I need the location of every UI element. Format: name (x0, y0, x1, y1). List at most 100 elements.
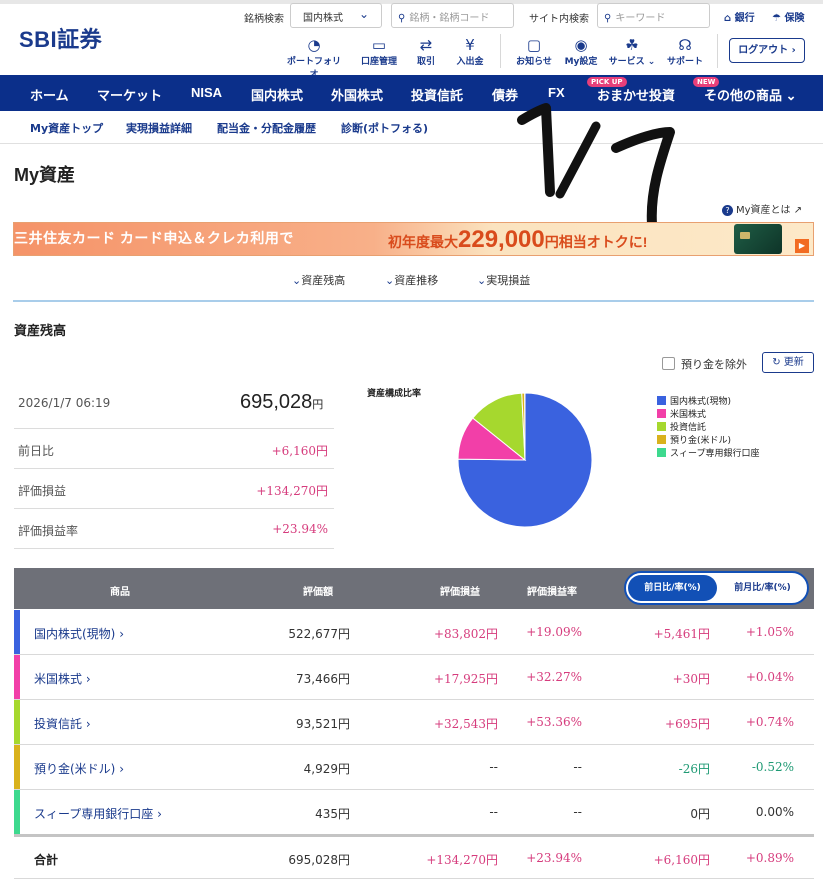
pie-icon: ◔ (307, 36, 321, 54)
anchor-realized[interactable]: ⌄実現損益 (477, 272, 530, 288)
service-button[interactable]: ☘ サービス ⌄ (602, 36, 662, 67)
nav-other-products[interactable]: その他の商品 ⌄ (704, 85, 797, 104)
support-button[interactable]: ☊ サポート (655, 36, 715, 67)
stock-search-label: 銘柄検索 (244, 14, 284, 25)
search-icon: ⚲ (398, 13, 406, 24)
help-link[interactable]: ? My資産とは ↗ (722, 201, 802, 216)
umbrella-icon: ☂ (772, 13, 781, 24)
headset-icon: ☊ (678, 36, 692, 54)
summary-total: 695,028円 (240, 391, 323, 414)
cell-day-rate: +1.05% (745, 625, 794, 639)
banner-prefix: 初年度最大 (388, 234, 458, 250)
chevron-down-icon: ⌄ (785, 88, 797, 103)
hand-icon: ☘ (625, 36, 639, 54)
portfolio-button[interactable]: ◔ポートフォリオ (284, 36, 344, 80)
summary-row: 評価損益 +134,270円 (14, 469, 334, 509)
market-select-value: 国内株式 (303, 13, 343, 24)
trade-label: 取引 (416, 57, 435, 67)
summary-value: +6,160円 (271, 444, 328, 458)
chevron-down-icon: ⌄ (358, 7, 369, 21)
legend-item: 国内株式(現物) (657, 394, 731, 407)
header-pl: 評価損益 (440, 587, 480, 598)
site-search-placeholder: キーワード (615, 13, 666, 24)
stock-search-placeholder: 銘柄・銘柄コード (409, 13, 490, 24)
summary-row: 前日比 +6,160円 (14, 429, 334, 469)
help-label: My資産とは (736, 205, 791, 216)
yen-unit: 円 (312, 399, 324, 411)
anchor-trend-label: 資産推移 (394, 274, 439, 287)
site-search-input[interactable]: ⚲ キーワード (597, 3, 710, 28)
nav-domestic-stock[interactable]: 国内株式 (251, 85, 303, 104)
summary-row: 評価損益率 +23.94% (14, 509, 334, 549)
legend-swatch (657, 448, 666, 457)
table-row: 預り金(米ドル) › 4,929円 -- -- -26円 -0.52% (14, 745, 814, 790)
page-title: My資産 (14, 165, 76, 185)
legend-item: 米国株式 (657, 407, 706, 420)
refresh-icon: ↻ (772, 357, 781, 368)
legend-swatch (657, 409, 666, 418)
divider (500, 34, 501, 68)
chevron-down-icon: ⌄ (385, 274, 395, 287)
subnav-my-assets-top[interactable]: My資産トップ (30, 120, 103, 136)
cell-day-rate: -0.52% (751, 760, 794, 774)
divider (717, 34, 718, 68)
stock-search-input[interactable]: ⚲ 銘柄・銘柄コード (391, 3, 514, 28)
legend-label: 米国株式 (670, 410, 707, 420)
nav-other-label: その他の商品 (704, 88, 783, 103)
checkbox-box[interactable] (662, 357, 675, 370)
subnav-diagnosis[interactable]: 診断(ポトフォる) (341, 120, 428, 136)
legend-swatch (657, 422, 666, 431)
deposit-button[interactable]: ¥ 入出金 (440, 36, 500, 67)
nav-market[interactable]: マーケット (97, 85, 162, 104)
nav-foreign-stock[interactable]: 外国株式 (331, 85, 383, 104)
header-value: 評価額 (303, 587, 333, 598)
refresh-button[interactable]: ↻ 更新 (762, 352, 814, 373)
table-row: 投資信託 › 93,521円 +32,543円 +53.36% +695円 +0.74% (14, 700, 814, 745)
search-icon: ⚲ (604, 13, 612, 24)
anchor-trend[interactable]: ⌄資産推移 (385, 272, 438, 288)
total-divider (14, 834, 814, 837)
anchor-balance-label: 資産残高 (301, 274, 346, 287)
summary-label: 前日比 (18, 444, 55, 458)
nav-nisa[interactable]: NISA (191, 85, 222, 100)
toggle-prev-day[interactable]: 前日比/率(%) (628, 575, 717, 601)
external-link-icon: ↗ (793, 205, 803, 216)
subnav-divider (0, 143, 823, 144)
logout-button[interactable]: ログアウト › (729, 38, 805, 63)
cell-day-rate: 0.00% (755, 805, 794, 819)
my-settings-label: My設定 (564, 57, 598, 67)
exclude-deposit-label: 預り金を除外 (681, 358, 747, 371)
table-row: スィープ専用銀行口座 › 435円 -- -- 0円 0.00% (14, 790, 814, 835)
market-select[interactable]: 国内株式 ⌄ (290, 3, 382, 28)
summary-datetime: 2026/1/7 06:19 (18, 396, 111, 410)
service-label: サービス (608, 57, 645, 67)
nav-investment-trust[interactable]: 投資信託 (411, 85, 463, 104)
table-row: 米国株式 › 73,466円 +17,925円 +32.27% +30円 +0.04% (14, 655, 814, 700)
legend-item: 預り金(米ドル) (657, 433, 731, 446)
banner-right-text: 初年度最大229,000円相当オトクに! (388, 226, 647, 254)
cell-day-rate: +0.74% (745, 715, 794, 729)
nav-home[interactable]: ホーム (30, 85, 69, 104)
chart-title: 資産構成比率 (367, 389, 422, 399)
bank-link[interactable]: ⌂ 銀行 (724, 9, 755, 24)
sbi-logo[interactable]: SBI証券 (19, 22, 102, 54)
legend-swatch (657, 435, 666, 444)
subnav-realized-pl[interactable]: 実現損益詳細 (126, 120, 192, 136)
legend-label: 投資信託 (670, 423, 707, 433)
legend-label: 国内株式(現物) (670, 397, 732, 407)
banner-left-text: 三井住友カード カード申込＆クレカ利用で (14, 230, 294, 246)
legend-item: 投資信託 (657, 420, 706, 433)
total-bottom-border (14, 878, 814, 879)
exclude-deposit-checkbox[interactable]: 預り金を除外 (662, 356, 747, 372)
bank-icon: ⌂ (724, 13, 732, 24)
section-title: 資産残高 (14, 324, 67, 339)
news-label: お知らせ (516, 57, 552, 67)
chevron-down-icon: ⌄ (477, 274, 487, 287)
insurance-link[interactable]: ☂ 保険 (772, 9, 804, 24)
toggle-prev-month[interactable]: 前月比/率(%) (720, 575, 805, 601)
logout-label: ログアウト (738, 45, 789, 56)
subnav-dividend-history[interactable]: 配当金・分配金履歴 (217, 120, 316, 136)
section-divider (13, 300, 814, 302)
anchor-balance[interactable]: ⌄資産残高 (292, 272, 345, 288)
play-icon[interactable]: ▶ (795, 239, 809, 253)
